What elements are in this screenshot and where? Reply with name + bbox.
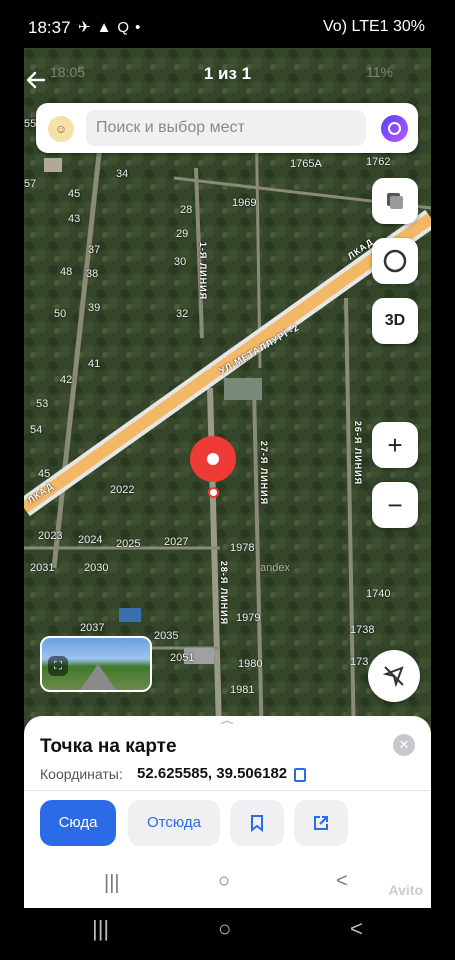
- map-label: 32: [176, 308, 189, 320]
- outer-recents-icon[interactable]: |||: [92, 916, 109, 942]
- panorama-icon: ⛶: [48, 656, 68, 676]
- map-label: 54: [30, 424, 43, 436]
- map-label: 1981: [230, 684, 255, 696]
- status-time: 18:37: [28, 18, 71, 37]
- map-label: 39: [88, 302, 101, 314]
- map-label: 57: [24, 178, 37, 190]
- map-label: 1738: [350, 624, 375, 636]
- user-avatar-icon[interactable]: ☺: [48, 116, 74, 142]
- street-view-preview[interactable]: ⛶: [40, 636, 152, 692]
- inner-navbar: ||| ○ < Avito: [24, 848, 431, 908]
- coords-value: 52.625585, 39.506182: [137, 765, 288, 782]
- recents-icon[interactable]: |||: [104, 872, 120, 895]
- layers-button[interactable]: [372, 178, 418, 224]
- map-label: 2022: [110, 484, 135, 496]
- compass-icon: [383, 249, 407, 273]
- status-network-battery: Vo) LTE1 30%: [323, 18, 425, 35]
- close-icon[interactable]: ✕: [393, 734, 415, 756]
- outer-home-icon[interactable]: ○: [218, 916, 231, 942]
- my-location-button[interactable]: [368, 650, 420, 702]
- map-label: 1980: [238, 658, 263, 670]
- map-label: 2031: [30, 562, 55, 574]
- map-pin-anchor: [208, 487, 219, 498]
- map-label: 2024: [78, 534, 103, 546]
- outer-back-icon[interactable]: <: [350, 916, 363, 942]
- roof: [224, 378, 262, 400]
- map-label: 38: [86, 268, 99, 280]
- status-icons: ✈▲Q•: [78, 19, 147, 36]
- map-label: 45: [38, 468, 51, 480]
- search-bar[interactable]: ☺ Поиск и выбор мест: [36, 103, 418, 153]
- map-label: 1740: [366, 588, 391, 600]
- share-icon: [314, 816, 328, 830]
- location-off-icon: [382, 666, 404, 688]
- map-label: 34: [116, 168, 129, 180]
- map-label: 2027: [164, 536, 189, 548]
- route-here-button[interactable]: Сюда: [40, 800, 116, 846]
- bookmark-icon: [251, 815, 263, 833]
- roof: [44, 158, 62, 172]
- map-label: 28: [180, 204, 193, 216]
- map-label: 2035: [154, 630, 179, 642]
- map-label: 2051: [170, 652, 195, 664]
- road-label-line28: 28-Я ЛИНИЯ: [219, 560, 230, 626]
- zoom-out-button[interactable]: −: [372, 482, 418, 528]
- preview-road: [80, 664, 116, 690]
- map-label: 41: [88, 358, 101, 370]
- map-pin[interactable]: [190, 436, 236, 482]
- route-from-button[interactable]: Отсюда: [128, 800, 220, 846]
- map-label: 53: [36, 398, 49, 410]
- road-label-line1: 1-Я ЛИНИЯ: [198, 241, 209, 301]
- layers-icon: [387, 193, 403, 209]
- map-label: 2037: [80, 622, 105, 634]
- map-label: 2030: [84, 562, 109, 574]
- map-label: 43: [68, 213, 81, 225]
- map-label: 2025: [116, 538, 141, 550]
- road-label-line27: 27-Я ЛИНИЯ: [259, 440, 270, 506]
- map-label: 2023: [38, 530, 63, 542]
- coords-label: Координаты:: [40, 766, 123, 782]
- share-button[interactable]: [294, 800, 348, 846]
- map-label: 1978: [230, 542, 255, 554]
- map-label: 1969: [232, 197, 257, 209]
- bookmark-button[interactable]: [230, 800, 284, 846]
- map-label: 42: [60, 374, 73, 386]
- map-label: 1765А: [290, 158, 322, 170]
- roof: [119, 608, 141, 622]
- map-label: 29: [176, 228, 189, 240]
- search-input[interactable]: Поиск и выбор мест: [86, 110, 366, 146]
- map-label: 30: [174, 256, 187, 268]
- map-label: 50: [54, 308, 67, 320]
- map-label: 48: [60, 266, 73, 278]
- zoom-in-button[interactable]: +: [372, 422, 418, 468]
- avito-watermark: Avito: [388, 882, 423, 898]
- home-icon[interactable]: ○: [218, 870, 230, 893]
- place-title: Точка на карте: [40, 736, 177, 757]
- image-counter: 1 из 1: [203, 64, 252, 83]
- compass-button[interactable]: [372, 238, 418, 284]
- copy-icon[interactable]: [294, 768, 306, 782]
- map-label: 55: [24, 118, 37, 130]
- yandex-watermark: andex: [260, 562, 290, 574]
- 3d-button[interactable]: 3D: [372, 298, 418, 344]
- map-label: 1762: [366, 156, 391, 168]
- map-label: 1979: [236, 612, 261, 624]
- divider: [24, 790, 431, 791]
- map-label: 37: [88, 244, 101, 256]
- alice-assistant-icon[interactable]: [381, 115, 408, 142]
- road-label-line26: 26-Я ЛИНИЯ: [353, 420, 364, 486]
- map-label: 173: [350, 656, 369, 668]
- sheet-handle[interactable]: [214, 720, 240, 724]
- back-icon[interactable]: <: [336, 870, 348, 893]
- map-label: 45: [68, 188, 81, 200]
